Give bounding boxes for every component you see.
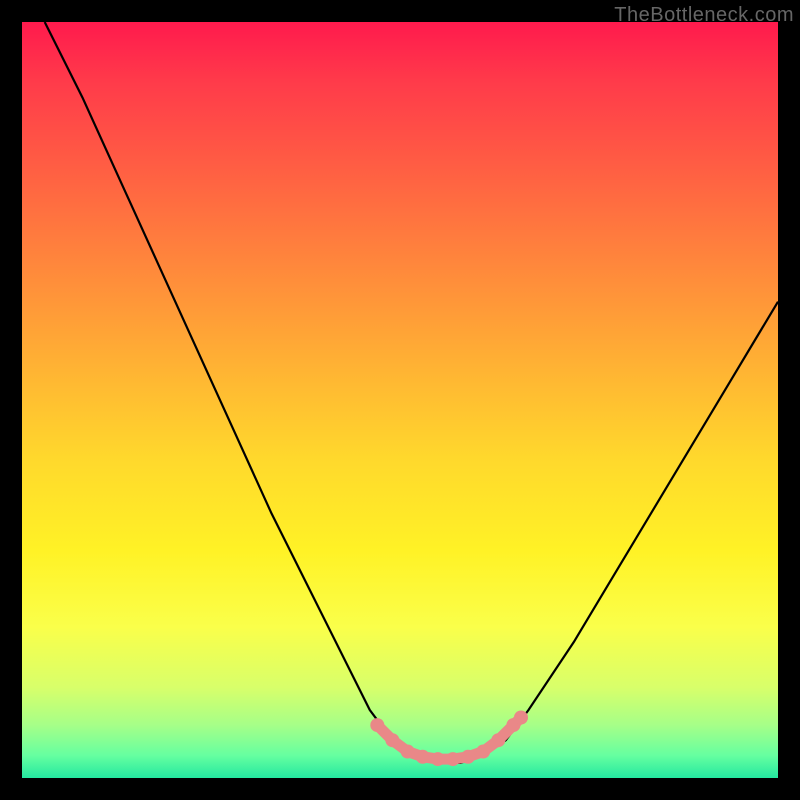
bottleneck-curve (45, 22, 778, 763)
data-point (370, 718, 384, 732)
data-point (446, 752, 460, 766)
chart-frame: TheBottleneck.com (0, 0, 800, 800)
plot-area (22, 22, 778, 778)
data-point (431, 752, 445, 766)
data-points-group (370, 711, 528, 767)
data-point (401, 745, 415, 759)
data-point (416, 750, 430, 764)
watermark-text: TheBottleneck.com (614, 4, 794, 27)
data-point (461, 750, 475, 764)
data-point (385, 733, 399, 747)
data-point (514, 711, 528, 725)
data-point (491, 733, 505, 747)
chart-svg (22, 22, 778, 778)
data-point (476, 745, 490, 759)
